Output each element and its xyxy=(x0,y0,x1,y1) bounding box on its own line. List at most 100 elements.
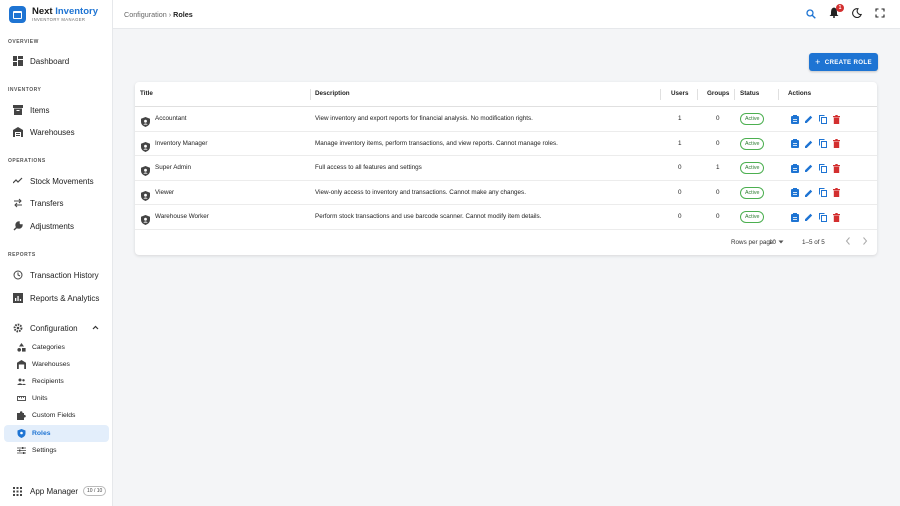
table-row[interactable]: Warehouse Worker Perform stock transacti… xyxy=(135,205,877,230)
chevron-up-icon xyxy=(92,325,99,332)
sidebar-item-adjustments[interactable]: Adjustments xyxy=(4,217,109,235)
copy-icon[interactable] xyxy=(818,163,827,173)
previous-page-button[interactable] xyxy=(845,237,851,247)
topbar-actions: 1 xyxy=(805,4,886,20)
column-header-status[interactable]: Status xyxy=(740,90,759,97)
sidebar-item-label: Items xyxy=(30,105,50,115)
sidebar-item-app-manager[interactable]: App Manager 10 / 10 xyxy=(4,482,109,500)
focus-mode-button[interactable] xyxy=(874,8,886,20)
column-separator xyxy=(660,89,661,100)
wrench-icon xyxy=(12,221,23,232)
inventory-box-icon xyxy=(9,6,26,23)
sidebar-item-dashboard[interactable]: Dashboard xyxy=(4,52,109,70)
sidebar-item-reports-analytics[interactable]: Reports & Analytics xyxy=(4,289,109,307)
sidebar-item-warehouses[interactable]: Warehouses xyxy=(4,123,109,141)
sidebar-item-transaction-history[interactable]: Transaction History xyxy=(4,266,109,284)
table-row[interactable]: Accountant View inventory and export rep… xyxy=(135,107,877,132)
archive-icon xyxy=(12,105,23,116)
copy-icon[interactable] xyxy=(818,212,827,222)
dashboard-icon xyxy=(12,56,23,67)
moon-icon xyxy=(852,5,863,23)
edit-icon[interactable] xyxy=(804,114,813,124)
sidebar-item-label: Dashboard xyxy=(30,56,70,66)
breadcrumb-current: Roles xyxy=(173,10,193,19)
sidebar-item-configuration[interactable]: Configuration xyxy=(4,319,109,337)
sidebar-subitem-settings[interactable]: Settings xyxy=(4,442,109,459)
sidebar-subitem-custom-fields[interactable]: Custom Fields xyxy=(4,407,109,424)
role-description: View inventory and export reports for fi… xyxy=(315,115,533,122)
notification-count-badge: 1 xyxy=(836,4,844,12)
edit-icon[interactable] xyxy=(804,212,813,222)
next-page-button[interactable] xyxy=(862,237,868,247)
pagination-range: 1–5 of 5 xyxy=(802,239,825,246)
trending-icon xyxy=(12,176,23,187)
table-row[interactable]: Super Admin Full access to all features … xyxy=(135,156,877,181)
create-role-button[interactable]: + CREATE ROLE xyxy=(809,53,878,71)
delete-icon[interactable] xyxy=(832,163,841,173)
role-title: Super Admin xyxy=(155,164,192,171)
edit-icon[interactable] xyxy=(804,163,813,173)
copy-icon[interactable] xyxy=(818,114,827,124)
column-header-groups[interactable]: Groups xyxy=(707,90,729,97)
column-separator xyxy=(697,89,698,100)
delete-icon[interactable] xyxy=(832,114,841,124)
table-row[interactable]: Viewer View-only access to inventory and… xyxy=(135,181,877,205)
plus-icon: + xyxy=(815,57,821,67)
breadcrumb: Configuration › Roles xyxy=(124,10,193,19)
breadcrumb-parent[interactable]: Configuration xyxy=(124,10,167,19)
copy-icon[interactable] xyxy=(818,139,827,149)
sidebar-subitem-units[interactable]: Units xyxy=(4,390,109,407)
sidebar-item-items[interactable]: Items xyxy=(4,101,109,119)
sidebar-subitem-categories[interactable]: Categories xyxy=(4,339,109,356)
notifications-button[interactable]: 1 xyxy=(828,4,844,20)
view-details-icon[interactable] xyxy=(790,114,799,124)
sidebar-subitem-label: Warehouses xyxy=(32,361,70,368)
category-icon xyxy=(17,343,26,352)
column-header-description[interactable]: Description xyxy=(315,90,350,97)
column-header-users[interactable]: Users xyxy=(671,90,689,97)
row-actions xyxy=(790,114,841,124)
status-badge: Active xyxy=(740,113,765,125)
status-badge: Active xyxy=(740,137,765,150)
delete-icon[interactable] xyxy=(832,212,841,222)
column-header-actions: Actions xyxy=(788,90,812,97)
view-details-icon[interactable] xyxy=(790,163,799,173)
edit-icon[interactable] xyxy=(804,139,813,149)
row-actions xyxy=(790,139,841,149)
column-separator xyxy=(310,89,311,100)
sidebar: Next Inventory INVENTORY MANAGER OVERVIE… xyxy=(0,0,113,506)
role-groups-count: 0 xyxy=(716,188,720,196)
delete-icon[interactable] xyxy=(832,139,841,149)
shield-icon xyxy=(141,212,150,225)
copy-icon[interactable] xyxy=(818,188,827,198)
sidebar-subitem-recipients[interactable]: Recipients xyxy=(4,373,109,390)
delete-icon[interactable] xyxy=(832,188,841,198)
sidebar-subitem-label: Roles xyxy=(32,430,51,437)
sidebar-item-label: App Manager xyxy=(30,486,79,496)
dark-mode-toggle[interactable] xyxy=(851,8,863,20)
table-row[interactable]: Inventory Manager Manage inventory items… xyxy=(135,132,877,156)
sliders-icon xyxy=(17,446,26,455)
role-groups-count: 0 xyxy=(716,213,720,220)
view-details-icon[interactable] xyxy=(790,139,799,149)
brand[interactable]: Next Inventory INVENTORY MANAGER xyxy=(9,6,98,23)
edit-icon[interactable] xyxy=(804,188,813,198)
roles-table: Title Description Users Groups Status Ac… xyxy=(135,82,877,255)
sidebar-subitem-roles[interactable]: Roles xyxy=(4,425,109,442)
status-badge: Active xyxy=(740,211,765,223)
sidebar-item-transfers[interactable]: Transfers xyxy=(4,194,109,212)
table-header: Title Description Users Groups Status Ac… xyxy=(135,82,877,107)
view-details-icon[interactable] xyxy=(790,212,799,222)
column-header-title[interactable]: Title xyxy=(140,90,153,97)
sidebar-item-stock-movements[interactable]: Stock Movements xyxy=(4,172,109,190)
sidebar-subitem-label: Custom Fields xyxy=(32,412,76,419)
search-icon[interactable] xyxy=(805,8,817,20)
view-details-icon[interactable] xyxy=(790,188,799,198)
section-label-inventory: INVENTORY xyxy=(8,87,42,93)
rows-per-page-select[interactable]: 10 xyxy=(769,239,784,246)
sidebar-subitem-warehouses[interactable]: Warehouses xyxy=(4,356,109,373)
warehouse-icon xyxy=(17,360,26,369)
row-actions xyxy=(790,188,841,198)
shield-icon xyxy=(141,188,150,201)
role-title: Warehouse Worker xyxy=(155,213,209,220)
